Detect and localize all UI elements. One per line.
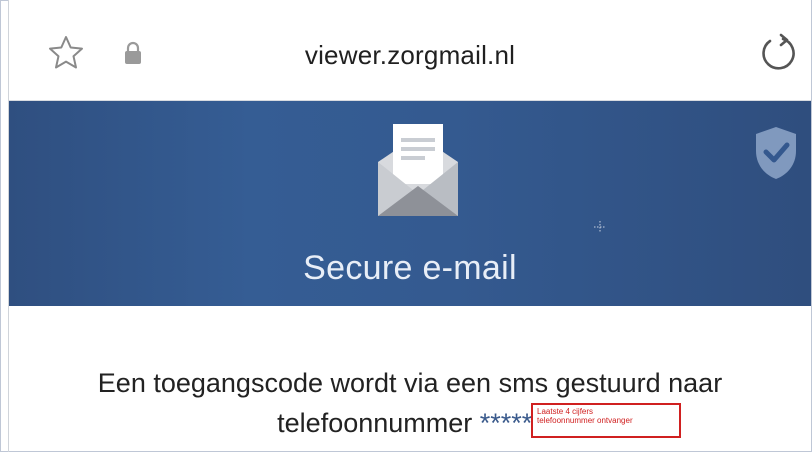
annotation-line-2: telefoonnummer ontvanger	[537, 416, 633, 425]
annotation-line-1: Laatste 4 cijfers	[537, 407, 594, 416]
browser-address-bar: viewer.zorgmail.nl	[9, 0, 811, 101]
cursor-crosshair-icon	[594, 221, 606, 233]
annotation-box: Laatste 4 cijfers telefoonnummer ontvang…	[531, 403, 681, 438]
shield-check-icon	[756, 127, 796, 179]
message-line-1: Een toegangscode wordt via een sms gestu…	[97, 368, 723, 398]
reload-icon[interactable]	[757, 32, 799, 74]
hero-title: Secure e-mail	[303, 249, 517, 287]
envelope-icon	[378, 124, 458, 216]
message-line-2: telefoonnummer ******	[9, 403, 811, 443]
access-code-message: Een toegangscode wordt via een sms gestu…	[9, 363, 811, 443]
message-line-2-label: telefoonnummer	[277, 408, 473, 438]
url-text[interactable]: viewer.zorgmail.nl	[9, 40, 811, 71]
secure-email-banner: Secure e-mail	[9, 101, 811, 306]
